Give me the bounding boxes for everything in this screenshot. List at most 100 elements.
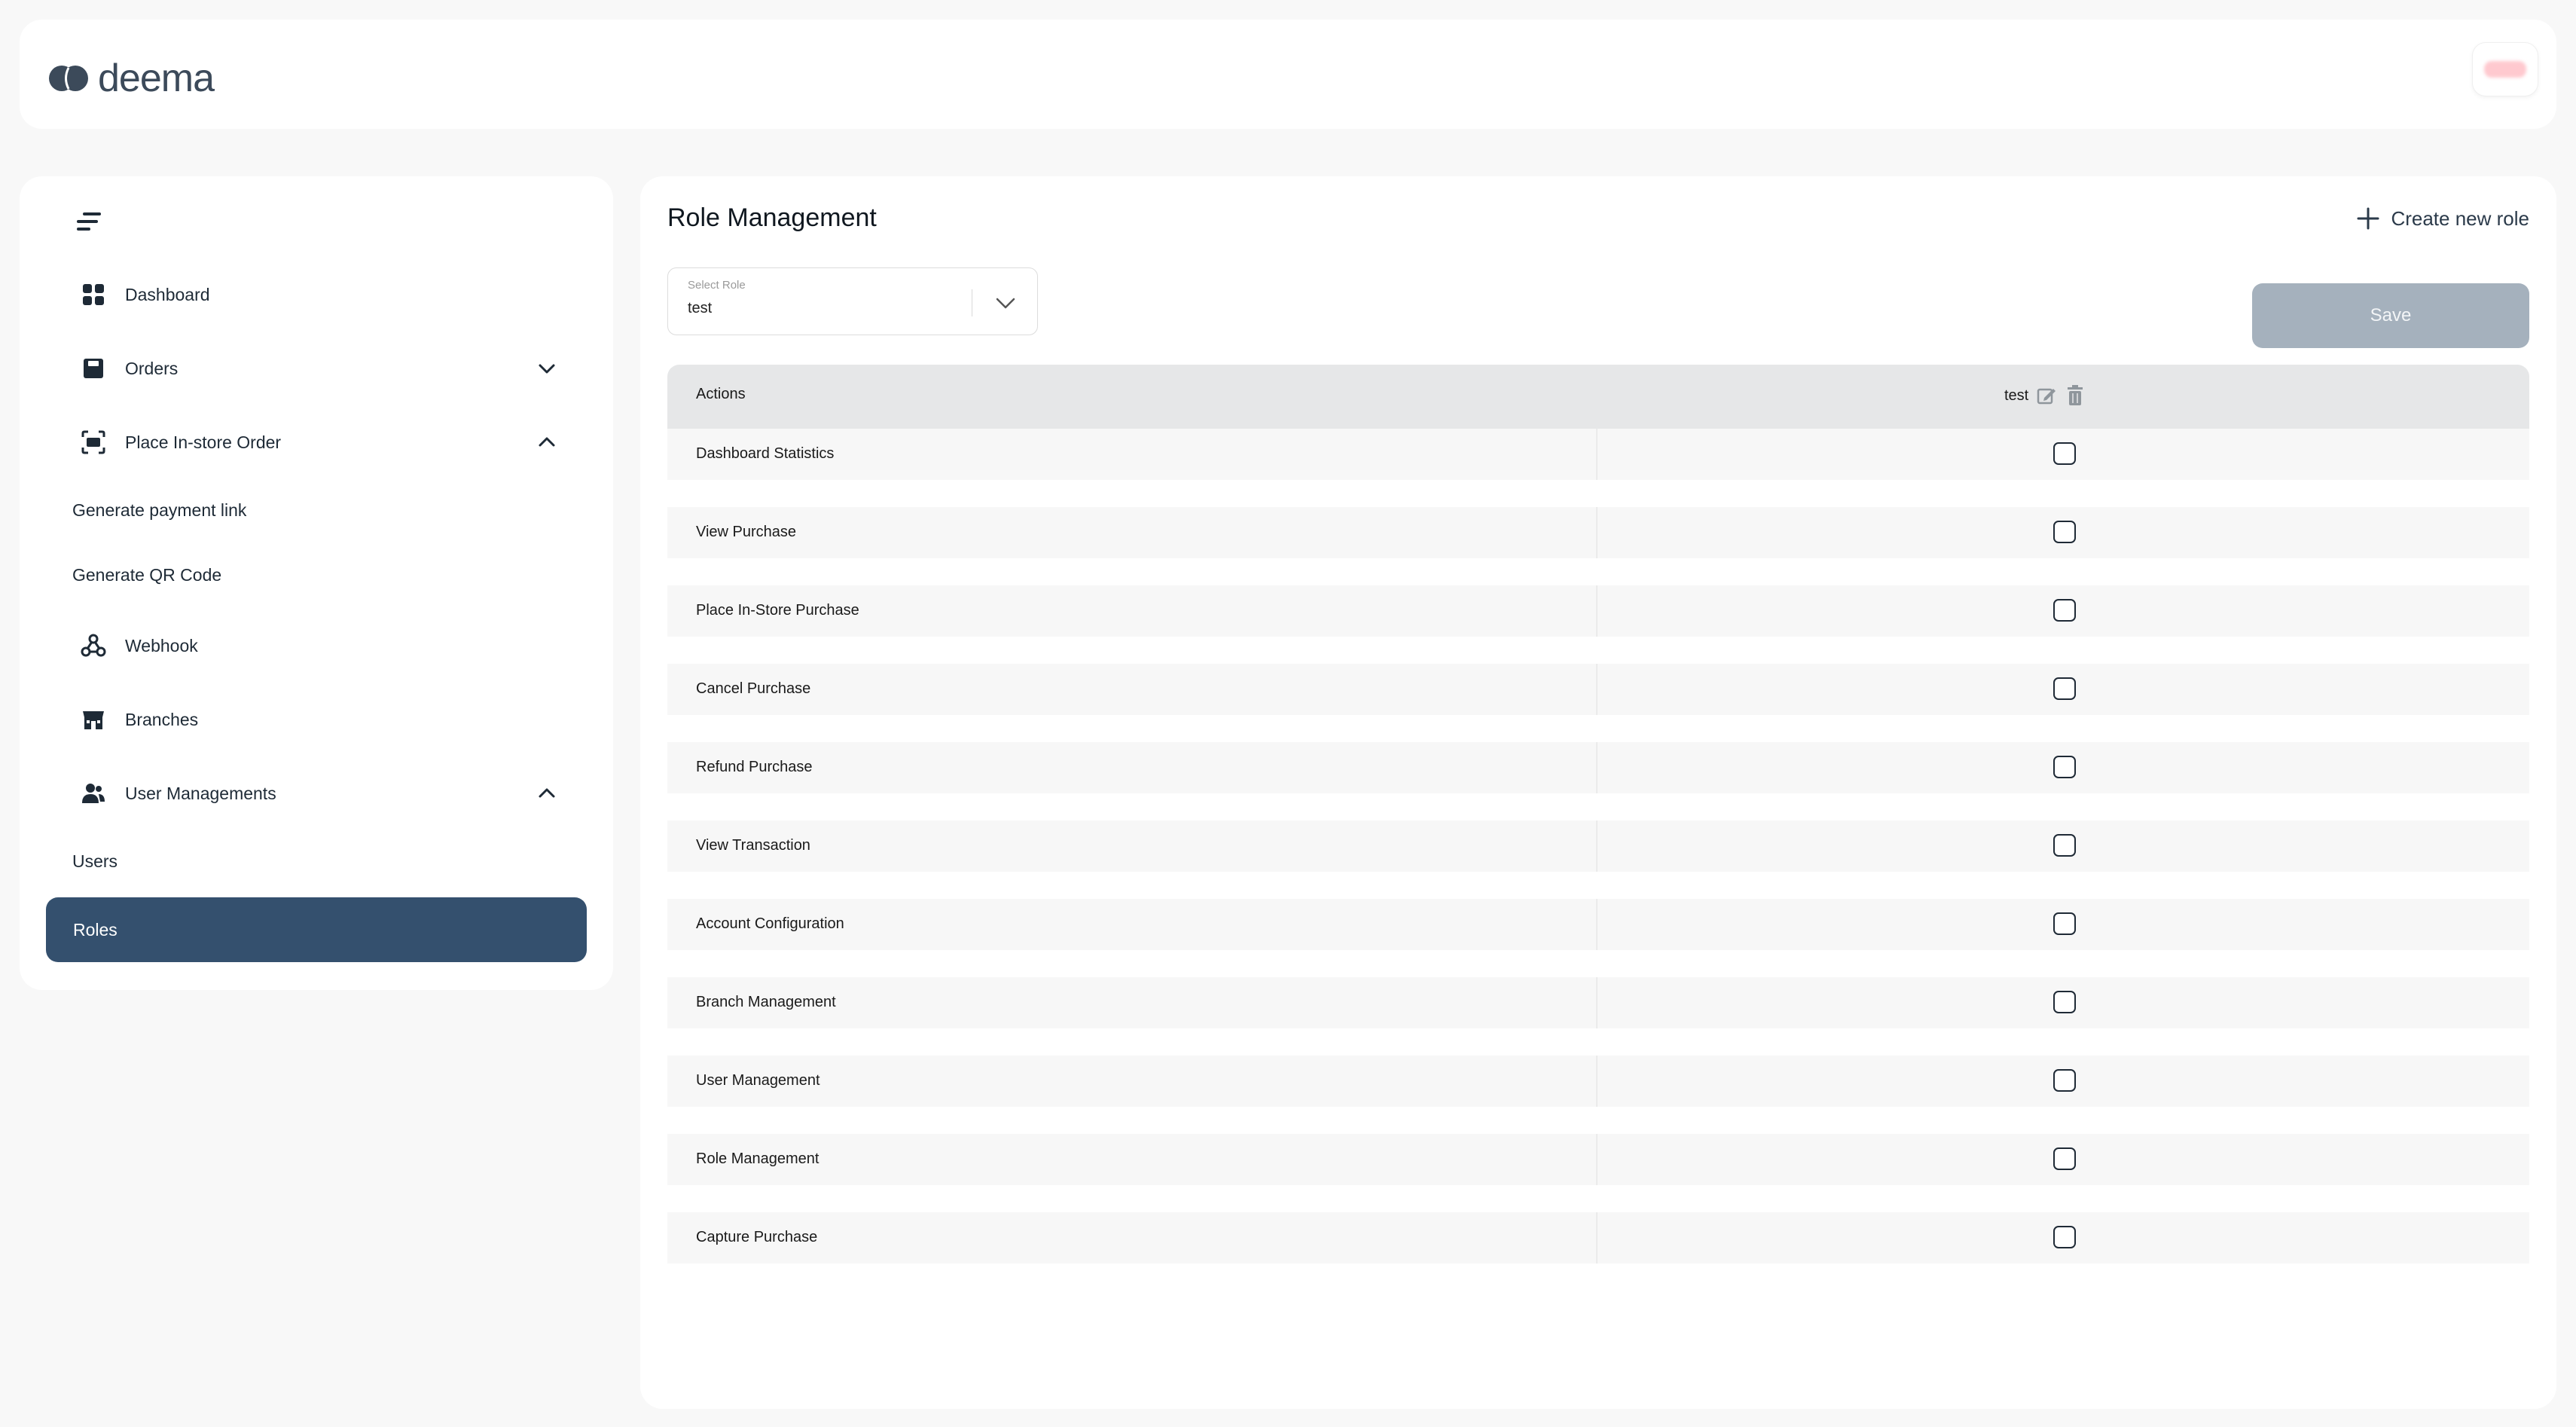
row-background: [667, 820, 2529, 872]
role-column-header: test: [2004, 384, 2086, 407]
avatar: [2484, 61, 2526, 78]
chevron-up-icon[interactable]: [533, 780, 560, 807]
sidebar-item-branches[interactable]: Branches: [78, 697, 560, 742]
row-background: [667, 1056, 2529, 1107]
row-background: [667, 429, 2529, 480]
select-role-value: test: [688, 300, 713, 316]
permissions-table: Actions test Dashboard Statistics View Pu…: [667, 365, 2529, 1291]
permission-checkbox[interactable]: [2053, 677, 2076, 700]
select-role-label: Select Role: [688, 279, 746, 292]
row-background: [667, 585, 2529, 637]
users-icon: [78, 778, 108, 808]
sidebar-item-label: Orders: [125, 358, 179, 378]
brand-name: deema: [98, 57, 215, 100]
store-icon: [78, 704, 108, 735]
table-row: View Transaction: [667, 820, 2529, 899]
table-row: User Management: [667, 1056, 2529, 1134]
column-divider: [1596, 820, 1598, 872]
sidebar-item-generate-payment-link[interactable]: Generate payment link: [72, 500, 246, 521]
table-body: Dashboard Statistics View Purchase Place I…: [667, 429, 2529, 1291]
sidebar-item-label: Webhook: [125, 635, 198, 655]
column-divider: [1596, 1056, 1598, 1107]
chevron-down-icon[interactable]: [992, 289, 1019, 320]
permission-label: Account Configuration: [696, 915, 844, 932]
permission-label: View Purchase: [696, 524, 797, 540]
permission-checkbox[interactable]: [2053, 599, 2076, 622]
actions-column-header: Actions: [696, 386, 746, 402]
table-row: View Purchase: [667, 507, 2529, 585]
sidebar-item-label: Branches: [125, 709, 199, 729]
profile-button[interactable]: [2472, 42, 2538, 96]
permission-label: Branch Management: [696, 994, 836, 1010]
row-background: [667, 1134, 2529, 1185]
permission-checkbox[interactable]: [2053, 756, 2076, 778]
row-background: [667, 664, 2529, 715]
table-header: Actions test: [667, 365, 2529, 429]
column-divider: [1596, 742, 1598, 793]
column-divider: [1596, 1212, 1598, 1264]
permission-checkbox[interactable]: [2053, 442, 2076, 465]
table-row: Place In-Store Purchase: [667, 585, 2529, 664]
table-row: Refund Purchase: [667, 742, 2529, 820]
create-new-role-button[interactable]: Create new role: [2356, 206, 2529, 231]
sidebar-item-orders[interactable]: Orders: [78, 346, 560, 391]
permission-label: Cancel Purchase: [696, 680, 811, 697]
sidebar-item-users[interactable]: Users: [72, 851, 118, 872]
top-header: deema: [20, 20, 2556, 129]
row-background: [667, 977, 2529, 1028]
table-row: Account Configuration: [667, 899, 2529, 977]
table-row: Dashboard Statistics: [667, 429, 2529, 507]
chevron-up-icon[interactable]: [533, 429, 560, 456]
deema-logo[interactable]: deema: [47, 57, 215, 100]
save-button[interactable]: Save: [2252, 283, 2529, 348]
sidebar-item-webhook[interactable]: Webhook: [78, 623, 560, 668]
page-title: Role Management: [667, 203, 877, 232]
plus-icon: [2357, 207, 2379, 230]
sidebar-item-dashboard[interactable]: Dashboard: [78, 272, 560, 317]
permission-checkbox[interactable]: [2053, 521, 2076, 543]
dashboard-icon: [78, 280, 108, 310]
column-divider: [1596, 429, 1598, 480]
table-row: Role Management: [667, 1134, 2529, 1212]
deema-logo-icon: [49, 66, 88, 91]
table-row: Capture Purchase: [667, 1212, 2529, 1291]
scan-icon: [78, 427, 108, 457]
permission-checkbox[interactable]: [2053, 912, 2076, 935]
column-divider: [1596, 585, 1598, 637]
sidebar-item-generate-qr-code[interactable]: Generate QR Code: [72, 565, 221, 585]
main-panel: Role Management Create new role Select R…: [640, 176, 2556, 1409]
column-divider: [1596, 977, 1598, 1028]
row-background: [667, 742, 2529, 793]
permission-label: View Transaction: [696, 837, 810, 854]
sidebar-item-label: User Managements: [125, 783, 276, 803]
permission-checkbox[interactable]: [2053, 991, 2076, 1013]
sidebar-item-user-managements[interactable]: User Managements: [78, 771, 560, 816]
sidebar-item-place-in-store-order[interactable]: Place In-store Order: [78, 420, 560, 465]
select-role-dropdown[interactable]: Select Role test: [667, 267, 1038, 335]
permission-label: User Management: [696, 1072, 820, 1089]
role-column-name: test: [2004, 387, 2029, 404]
sidebar-item-label: Place In-store Order: [125, 432, 282, 452]
sidebar-item-roles[interactable]: Roles: [46, 897, 587, 962]
column-divider: [1596, 507, 1598, 558]
create-new-role-label: Create new role: [2391, 206, 2529, 230]
permission-checkbox[interactable]: [2053, 1147, 2076, 1170]
row-background: [667, 1212, 2529, 1264]
permission-label: Place In-Store Purchase: [696, 602, 859, 619]
permission-checkbox[interactable]: [2053, 834, 2076, 857]
edit-icon[interactable]: [2036, 385, 2057, 406]
sidebar-item-label: Dashboard: [125, 284, 210, 304]
column-divider: [1596, 899, 1598, 950]
chevron-down-icon[interactable]: [533, 355, 560, 382]
permission-label: Capture Purchase: [696, 1229, 818, 1245]
permission-label: Dashboard Statistics: [696, 445, 835, 462]
trash-icon[interactable]: [2065, 384, 2086, 407]
permission-checkbox[interactable]: [2053, 1069, 2076, 1092]
column-divider: [1596, 664, 1598, 715]
permission-checkbox[interactable]: [2053, 1226, 2076, 1248]
table-row: Branch Management: [667, 977, 2529, 1056]
sidebar: Dashboard Orders Place In-store Order Ge…: [20, 176, 613, 990]
collapse-menu-icon[interactable]: [74, 208, 104, 242]
sidebar-item-label: Roles: [73, 919, 118, 940]
permission-label: Refund Purchase: [696, 759, 813, 775]
